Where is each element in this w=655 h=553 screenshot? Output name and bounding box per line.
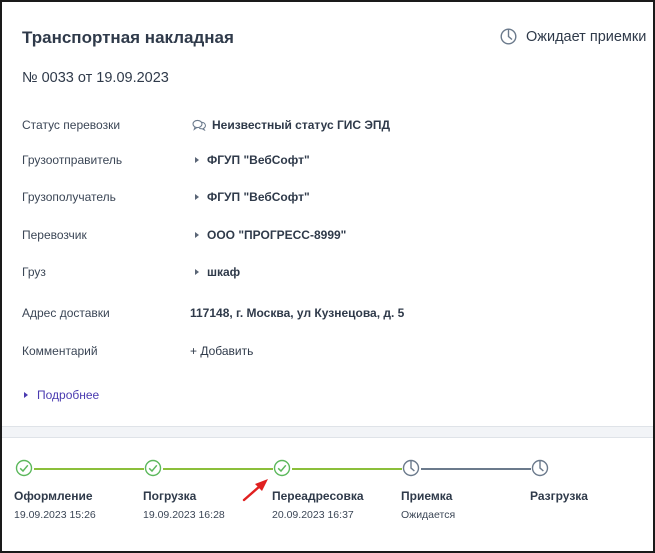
document-number: № 0033 от 19.09.2023: [22, 70, 169, 86]
consignee-value[interactable]: ФГУП "ВебСофт": [190, 190, 310, 204]
cargo-name[interactable]: шкаф: [207, 265, 240, 279]
add-comment-link[interactable]: + Добавить: [190, 344, 253, 358]
expand-triangle-icon[interactable]: [195, 194, 199, 200]
check-circle-icon: [15, 459, 33, 477]
field-label: Перевозчик: [22, 228, 87, 242]
field-row-consignee[interactable]: Грузополучатель ФГУП "ВебСофт": [22, 187, 642, 207]
expand-triangle-icon[interactable]: [24, 392, 28, 398]
more-details-label[interactable]: Подробнее: [37, 388, 99, 402]
timeline-step-name: Переадресовка: [272, 489, 364, 503]
annotation-arrow-icon: [242, 479, 268, 502]
shipper-name[interactable]: ФГУП "ВебСофт": [207, 153, 310, 167]
timeline-connector: [292, 468, 402, 470]
field-label: Груз: [22, 265, 46, 279]
timeline-step-name: Приемка: [401, 489, 453, 503]
cargo-value[interactable]: шкаф: [190, 265, 240, 279]
field-label: Статус перевозки: [22, 118, 121, 132]
timeline-step-date: Ожидается: [401, 509, 456, 521]
timeline-connector: [163, 468, 273, 470]
window-frame: Транспортная накладная Ожидает приемки №…: [0, 0, 655, 553]
field-label: Грузоотправитель: [22, 153, 123, 167]
field-row-comment: Комментарий + Добавить: [22, 341, 642, 361]
field-value: Неизвестный статус ГИС ЭПД: [190, 118, 390, 132]
field-row-transport-status: Статус перевозки Неизвестный статус ГИС …: [22, 115, 642, 135]
timeline-connector: [34, 468, 144, 470]
timeline-step-date: 19.09.2023 16:28: [143, 509, 225, 521]
expand-triangle-icon[interactable]: [195, 269, 199, 275]
timeline-step-date: 20.09.2023 16:37: [272, 509, 354, 521]
field-row-cargo[interactable]: Груз шкаф: [22, 262, 642, 282]
field-row-shipper[interactable]: Грузоотправитель ФГУП "ВебСофт": [22, 150, 642, 170]
timeline-step-name: Разгрузка: [530, 489, 588, 503]
clock-icon: [531, 459, 549, 477]
chat-bubbles-icon: [192, 119, 206, 131]
clock-icon: [402, 459, 420, 477]
section-divider: [2, 426, 653, 438]
clock-icon: [500, 28, 517, 45]
consignee-name[interactable]: ФГУП "ВебСофт": [207, 190, 310, 204]
more-details-link[interactable]: Подробнее: [22, 388, 99, 402]
field-row-carrier[interactable]: Перевозчик ООО "ПРОГРЕСС-8999": [22, 225, 642, 245]
delivery-address-value: 117148, г. Москва, ул Кузнецова, д. 5: [190, 306, 405, 320]
timeline-step-name: Оформление: [14, 489, 93, 503]
document-status-text: Ожидает приемки: [526, 28, 647, 45]
waybill-card: Транспортная накладная Ожидает приемки №…: [2, 2, 653, 426]
status-timeline: Оформление 19.09.2023 15:26 Погрузка 19.…: [2, 438, 653, 551]
timeline-connector: [421, 468, 531, 470]
transport-status-value: Неизвестный статус ГИС ЭПД: [212, 118, 391, 132]
check-circle-icon: [273, 459, 291, 477]
page-title: Транспортная накладная: [22, 28, 234, 47]
carrier-value[interactable]: ООО "ПРОГРЕСС-8999": [190, 228, 346, 242]
timeline-step-date: 19.09.2023 15:26: [14, 509, 96, 521]
field-label: Адрес доставки: [22, 306, 110, 320]
carrier-name[interactable]: ООО "ПРОГРЕСС-8999": [207, 228, 346, 242]
field-label: Грузополучатель: [22, 190, 116, 204]
field-label: Комментарий: [22, 344, 98, 358]
timeline-step-name: Погрузка: [143, 489, 197, 503]
check-circle-icon: [144, 459, 162, 477]
field-row-delivery-address: Адрес доставки 117148, г. Москва, ул Куз…: [22, 303, 642, 323]
document-status: Ожидает приемки: [500, 28, 646, 45]
expand-triangle-icon[interactable]: [195, 232, 199, 238]
shipper-value[interactable]: ФГУП "ВебСофт": [190, 153, 310, 167]
expand-triangle-icon[interactable]: [195, 157, 199, 163]
